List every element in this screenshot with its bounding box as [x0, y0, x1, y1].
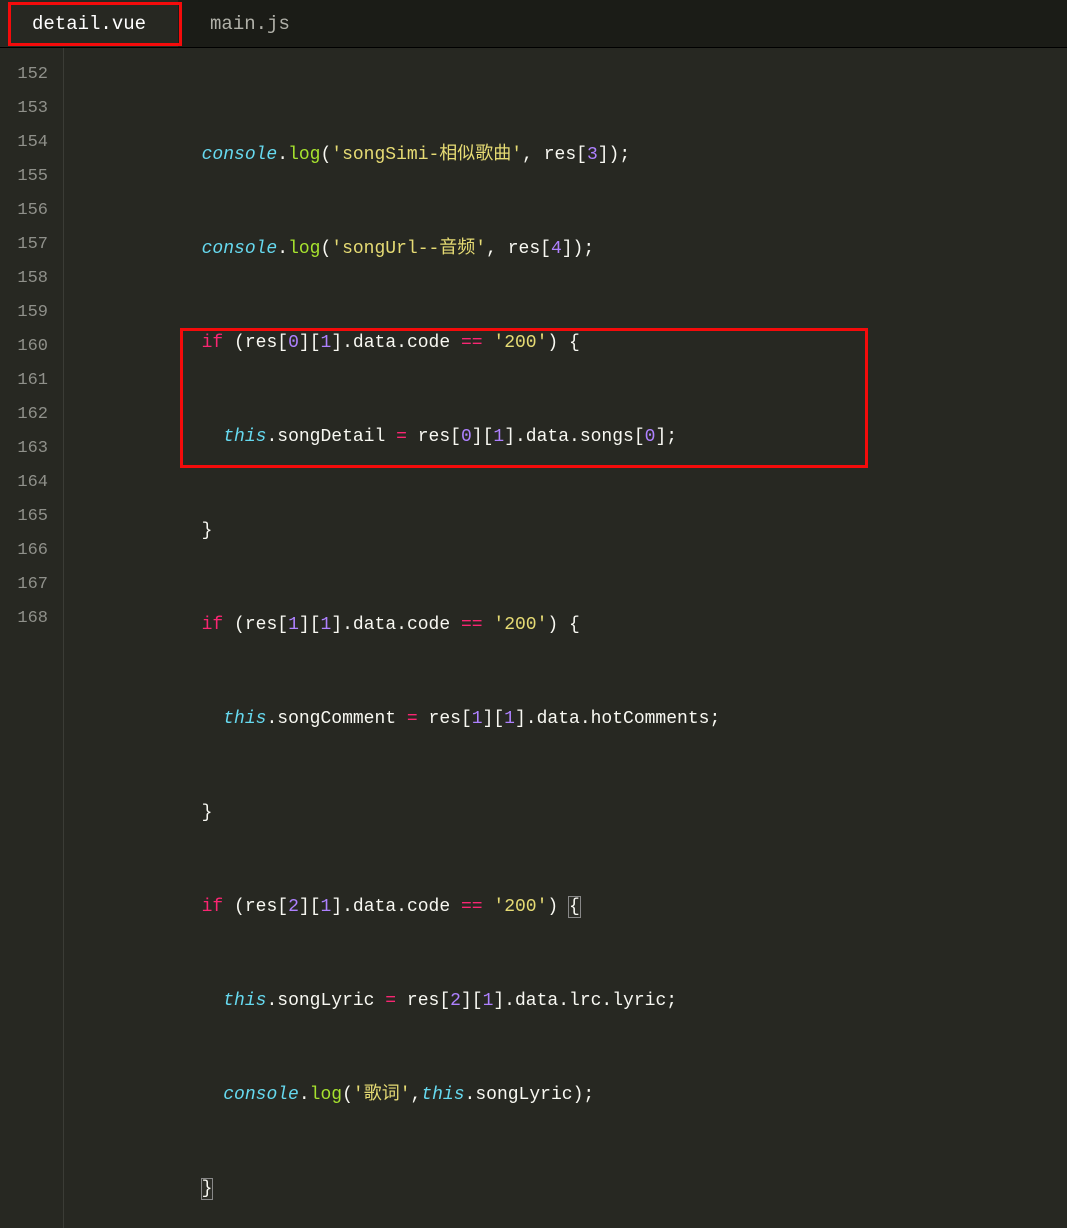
- line-number: 160: [0, 330, 48, 364]
- code-line: console.log('songUrl--音频', res[4]);: [64, 232, 720, 266]
- line-number: 153: [0, 92, 48, 126]
- code-line: if (res[2][1].data.code == '200') {: [64, 890, 720, 924]
- code-line: this.songComment = res[1][1].data.hotCom…: [64, 702, 720, 736]
- code-line: this.songLyric = res[2][1].data.lrc.lyri…: [64, 984, 720, 1018]
- line-number: 168: [0, 602, 48, 636]
- line-number: 156: [0, 194, 48, 228]
- tab-label: detail.vue: [32, 13, 146, 35]
- code-line: if (res[0][1].data.code == '200') {: [64, 326, 720, 360]
- line-number: 162: [0, 398, 48, 432]
- line-number: 154: [0, 126, 48, 160]
- tab-main-js[interactable]: main.js: [178, 0, 322, 47]
- line-number: 157: [0, 228, 48, 262]
- code-editor[interactable]: 1521531541551561571581591601611621631641…: [0, 48, 1067, 1228]
- line-number: 167: [0, 568, 48, 602]
- code-line: }: [64, 514, 720, 548]
- code-line: console.log('歌词',this.songLyric);: [64, 1078, 720, 1112]
- code-area[interactable]: console.log('songSimi-相似歌曲', res[3]); co…: [64, 48, 720, 1228]
- line-number: 164: [0, 466, 48, 500]
- tab-detail-vue[interactable]: detail.vue: [0, 0, 178, 47]
- code-line: this.songDetail = res[0][1].data.songs[0…: [64, 420, 720, 454]
- tab-label: main.js: [210, 13, 290, 35]
- code-line: if (res[1][1].data.code == '200') {: [64, 608, 720, 642]
- line-number: 166: [0, 534, 48, 568]
- line-number: 155: [0, 160, 48, 194]
- line-number: 165: [0, 500, 48, 534]
- code-line: }: [64, 796, 720, 830]
- line-number: 158: [0, 262, 48, 296]
- line-number-gutter: 1521531541551561571581591601611621631641…: [0, 48, 56, 1228]
- line-number: 159: [0, 296, 48, 330]
- code-line: }: [64, 1172, 720, 1206]
- line-number: 161: [0, 364, 48, 398]
- line-number: 163: [0, 432, 48, 466]
- line-number: 152: [0, 58, 48, 92]
- gutter-border: [56, 48, 64, 1228]
- bracket-match-icon: }: [202, 1179, 213, 1199]
- code-line: console.log('songSimi-相似歌曲', res[3]);: [64, 138, 720, 172]
- tab-bar: detail.vue main.js: [0, 0, 1067, 48]
- bracket-match-icon: {: [569, 897, 580, 917]
